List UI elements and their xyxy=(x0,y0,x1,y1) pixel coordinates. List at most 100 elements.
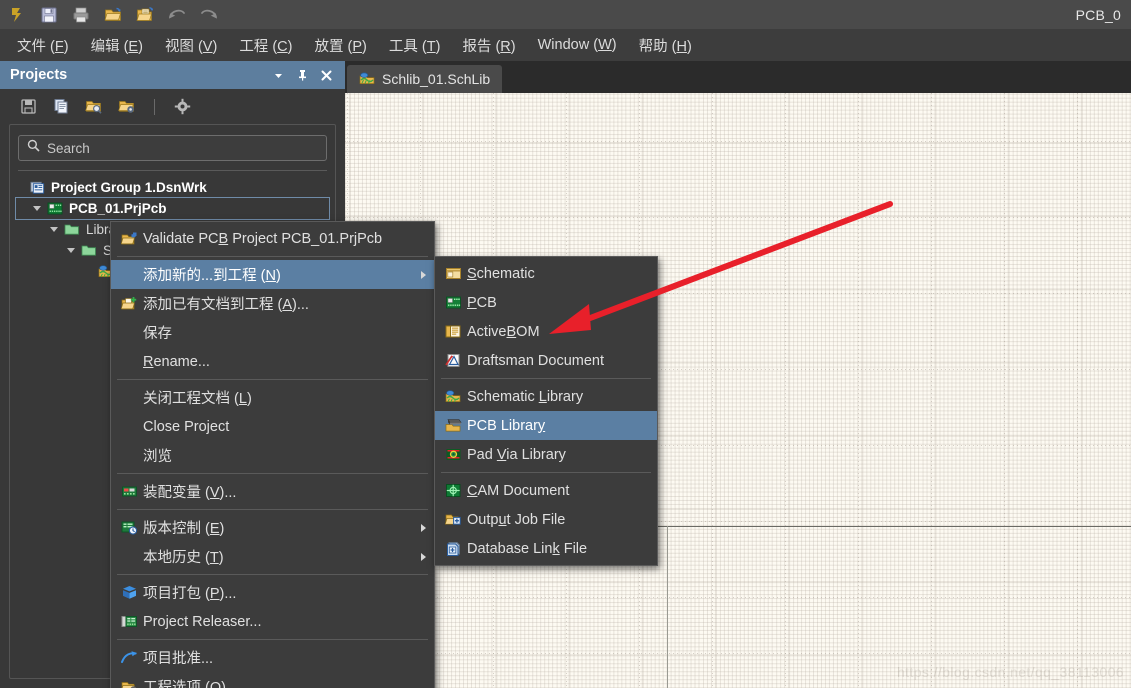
save-project-icon[interactable] xyxy=(16,95,40,119)
menu-item[interactable]: Output Job File xyxy=(435,505,657,534)
menu-报告[interactable]: 报告 (R) xyxy=(451,31,526,60)
menu-accel: B xyxy=(218,230,229,247)
menu-item-label: 项目批准... xyxy=(143,651,214,667)
folder-icon xyxy=(81,243,98,258)
menu-item-label: 添加已有文档到工程 (A)... xyxy=(143,297,309,313)
menu-item[interactable]: CAM Document xyxy=(435,476,657,505)
menu-item[interactable]: PCB xyxy=(435,288,657,317)
tree-expand-arrow-icon[interactable] xyxy=(50,225,59,234)
toolbar-separator xyxy=(154,98,155,115)
menu-帮助[interactable]: 帮助 (H) xyxy=(628,31,703,60)
menu-item[interactable]: Project Releaser... xyxy=(111,607,434,636)
grid-line-h xyxy=(345,597,1131,598)
version-control-icon xyxy=(115,520,143,535)
padvia-icon xyxy=(439,447,467,462)
menu-accel: R xyxy=(143,353,154,370)
menu-accel: V xyxy=(496,446,507,463)
menu-工具[interactable]: 工具 (T) xyxy=(378,31,452,60)
menu-accel: R xyxy=(500,38,511,55)
print-icon[interactable] xyxy=(68,3,94,27)
menu-item-label: 装配变量 (V)... xyxy=(143,485,237,501)
menu-window[interactable]: Window (W) xyxy=(527,33,628,57)
menu-item[interactable]: Draftsman Document xyxy=(435,346,657,375)
menu-item[interactable]: 装配变量 (V)... xyxy=(111,477,434,506)
open-project-folder-icon[interactable] xyxy=(82,95,106,119)
grid-line-v xyxy=(785,93,786,688)
menu-item[interactable]: Validate PCB Project PCB_01.PrjPcb xyxy=(111,224,434,253)
menu-item[interactable]: Pad Via Library xyxy=(435,440,657,469)
menu-item-label: 添加新的...到工程 (N) xyxy=(143,268,281,284)
grid-line-v xyxy=(931,93,932,688)
altium-logo-icon[interactable] xyxy=(4,3,30,27)
redo-icon[interactable] xyxy=(196,3,222,27)
search-input[interactable] xyxy=(47,140,318,156)
menu-divider xyxy=(117,256,428,257)
tree-expand-arrow-icon[interactable] xyxy=(16,183,25,192)
menu-item[interactable]: 项目批准... xyxy=(111,643,434,672)
menu-accel: C xyxy=(277,38,288,55)
tree-item-label: PCB_01.PrjPcb xyxy=(69,201,167,216)
project-context-menu: Validate PCB Project PCB_01.PrjPcb 添加新的..… xyxy=(110,221,435,688)
sheet-border-vertical xyxy=(667,526,668,688)
menu-item-label: Project Releaser... xyxy=(143,613,262,630)
menu-item[interactable]: 工程选项 (O)... xyxy=(111,672,434,688)
menu-item[interactable]: 添加已有文档到工程 (A)... xyxy=(111,289,434,318)
menu-item-label: Database Link File xyxy=(467,540,588,557)
menu-放置[interactable]: 放置 (P) xyxy=(304,31,378,60)
menu-工程[interactable]: 工程 (C) xyxy=(228,31,303,60)
menu-item[interactable]: 保存 xyxy=(111,318,434,347)
open-project-icon[interactable] xyxy=(100,3,126,27)
schlib-icon xyxy=(359,71,375,88)
menu-accel: H xyxy=(676,38,687,55)
menu-accel: u xyxy=(498,511,507,528)
panel-header-buttons xyxy=(272,68,339,82)
menu-item[interactable]: 版本控制 (E) xyxy=(111,513,434,542)
menu-item-label: Close Project xyxy=(143,418,230,435)
menu-item[interactable]: Close Project xyxy=(111,412,434,441)
menu-item-label: 本地历史 (T) xyxy=(143,550,224,566)
tree-expand-arrow-icon[interactable] xyxy=(33,204,42,213)
menu-divider xyxy=(117,574,428,575)
open-document-icon[interactable] xyxy=(132,3,158,27)
menu-item[interactable]: 添加新的...到工程 (N) xyxy=(111,260,434,289)
project-options-folder-icon[interactable] xyxy=(115,95,139,119)
menu-item[interactable]: 项目打包 (P)... xyxy=(111,578,434,607)
tree-item[interactable]: PCB_01.PrjPcb xyxy=(15,197,330,220)
tree-expand-arrow-icon[interactable] xyxy=(67,246,76,255)
menu-编辑[interactable]: 编辑 (E) xyxy=(80,31,154,60)
copy-project-icon[interactable] xyxy=(49,95,73,119)
undo-icon[interactable] xyxy=(164,3,190,27)
menu-accel: C xyxy=(467,482,478,499)
menu-accel: O xyxy=(209,680,222,688)
menu-item[interactable]: 浏览 xyxy=(111,441,434,470)
menu-accel: T xyxy=(209,550,219,566)
panel-close-icon[interactable] xyxy=(320,68,333,82)
tab-schlib-01[interactable]: Schlib_01.SchLib xyxy=(347,65,503,93)
menu-item[interactable]: ActiveBOM xyxy=(435,317,657,346)
search-box[interactable] xyxy=(18,135,327,161)
menu-item[interactable]: Schematic xyxy=(435,259,657,288)
schlib-icon xyxy=(439,389,467,404)
panel-pin-icon[interactable] xyxy=(296,68,309,82)
menu-item[interactable]: PCB Library xyxy=(435,411,657,440)
tree-item[interactable]: Project Group 1.DsnWrk xyxy=(16,177,329,198)
settings-gear-icon[interactable] xyxy=(170,95,194,119)
menu-item[interactable]: 本地历史 (T) xyxy=(111,542,434,571)
menu-item-label: 版本控制 (E) xyxy=(143,521,225,537)
menu-item[interactable]: Rename... xyxy=(111,347,434,376)
menu-item[interactable]: Database Link File xyxy=(435,534,657,563)
menu-item[interactable]: 关闭工程文档 (L) xyxy=(111,383,434,412)
menu-视图[interactable]: 视图 (V) xyxy=(154,31,228,60)
altium-designer-window: PCB_0 文件 (F) 编辑 (E) 视图 (V) 工程 (C) 放置 (P) 工具 (… xyxy=(0,0,1131,688)
cam-icon xyxy=(439,483,467,498)
panel-divider xyxy=(18,170,327,171)
save-icon[interactable] xyxy=(36,3,62,27)
folder-icon xyxy=(64,222,81,237)
panel-dropdown-icon[interactable] xyxy=(272,68,285,82)
menu-文件[interactable]: 文件 (F) xyxy=(6,31,80,60)
grid-line-v xyxy=(712,93,713,688)
menu-item[interactable]: Schematic Library xyxy=(435,382,657,411)
pcb-project-icon xyxy=(47,201,64,216)
menu-item-label: 浏览 xyxy=(143,449,172,465)
tree-expand-arrow-icon[interactable] xyxy=(84,267,93,276)
